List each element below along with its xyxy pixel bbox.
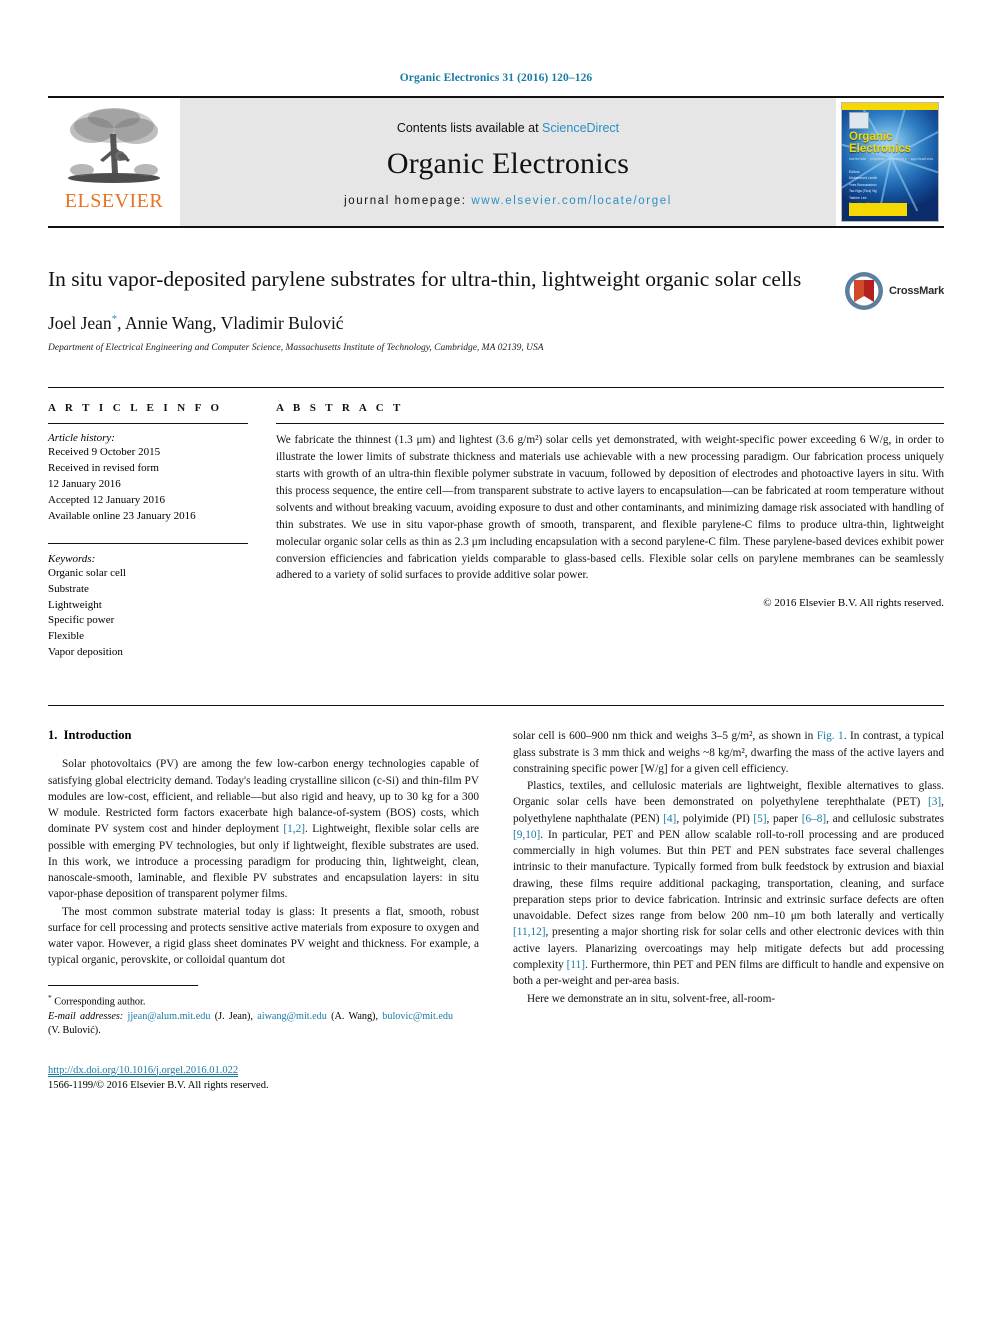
homepage-url[interactable]: www.elsevier.com/locate/orgel xyxy=(471,195,671,207)
citation-link[interactable]: [4] xyxy=(663,813,676,825)
abstract-copyright: © 2016 Elsevier B.V. All rights reserved… xyxy=(763,597,944,610)
email-owner: (J. Jean) xyxy=(214,1010,251,1022)
corresponding-author-label: Corresponding author. xyxy=(54,996,146,1008)
article-info-heading: A R T I C L E I N F O xyxy=(48,401,223,414)
email-link[interactable]: aiwang@mit.edu xyxy=(257,1011,327,1022)
journal-homepage-line: journal homepage: www.elsevier.com/locat… xyxy=(344,195,672,207)
citation-link[interactable]: [5] xyxy=(753,813,766,825)
journal-reference: Organic Electronics 31 (2016) 120–126 xyxy=(399,72,593,84)
keyword-item: Vapor deposition xyxy=(48,646,123,659)
homepage-label: journal homepage: xyxy=(344,195,467,207)
figure-link[interactable]: Fig. 1 xyxy=(817,730,844,742)
cover-top-bar xyxy=(842,103,938,110)
cover-image: Organic Electronics materials · physics … xyxy=(841,102,939,222)
footnote-marker: * xyxy=(48,992,52,1002)
citation-link[interactable]: [11] xyxy=(567,959,585,971)
elsevier-wordmark: ELSEVIER xyxy=(64,190,164,212)
keyword-item: Organic solar cell xyxy=(48,566,126,579)
email-owner: (V. Bulović) xyxy=(48,1025,99,1037)
body-section: 1. Introduction Solar photovoltaics (PV)… xyxy=(48,705,944,1094)
paragraph: Plastics, textiles, and cellulosic mater… xyxy=(513,780,944,988)
issn-copyright-line: 1566-1199/© 2016 Elsevier B.V. All right… xyxy=(48,1080,269,1092)
crossmark-badge[interactable]: CrossMark xyxy=(844,268,944,314)
author-first: Joel Jean xyxy=(48,312,112,333)
author-list: Joel Jean*, Annie Wang, Vladimir Bulović xyxy=(48,313,944,334)
article-history-item: 12 January 2016 xyxy=(48,477,121,490)
cover-title-line1: Organic xyxy=(849,131,893,143)
article-info-rule xyxy=(48,422,248,424)
cover-elsevier-box xyxy=(849,203,907,216)
paragraph: Solar photovoltaics (PV) are among the f… xyxy=(48,758,479,901)
abstract-column: A B S T R A C T We fabricate the thinnes… xyxy=(276,402,944,661)
article-history-item: Received 9 October 2015 xyxy=(48,445,161,458)
section-title: Introduction xyxy=(63,728,132,743)
article-info-column: A R T I C L E I N F O Article history: R… xyxy=(48,402,248,661)
contents-prefix: Contents lists available at xyxy=(396,121,539,135)
keywords-label: Keywords: xyxy=(48,552,96,565)
cover-editors: Editors Mohammed Lemiti Yves Bonnassieux… xyxy=(849,169,877,208)
keyword-item: Flexible xyxy=(48,630,85,643)
citation-link[interactable]: [3] xyxy=(928,796,941,808)
body-column-left: 1. Introduction Solar photovoltaics (PV)… xyxy=(48,728,479,1094)
elsevier-tree-icon xyxy=(62,104,166,190)
footnote-block: * Corresponding author. E-mail addresses… xyxy=(48,993,453,1039)
doi-link[interactable]: http://dx.doi.org/10.1016/j.orgel.2016.0… xyxy=(48,1064,239,1077)
sciencedirect-link[interactable]: ScienceDirect xyxy=(542,121,619,135)
page-title: In situ vapor-deposited parylene substra… xyxy=(48,267,802,291)
abstract-rule xyxy=(276,422,944,424)
footnote-rule xyxy=(48,984,198,993)
citation-link[interactable]: [9,10] xyxy=(513,829,540,841)
title-block: In situ vapor-deposited parylene substra… xyxy=(48,266,944,353)
elsevier-logo: ELSEVIER xyxy=(48,98,180,226)
abstract-text: We fabricate the thinnest (1.3 μm) and l… xyxy=(276,433,944,582)
cover-title: Organic Electronics xyxy=(849,131,911,156)
info-abstract-section: A R T I C L E I N F O Article history: R… xyxy=(48,386,944,661)
cover-publisher-badge xyxy=(849,112,869,129)
email-addresses: E-mail addresses: jjean@alum.mit.edu (J.… xyxy=(48,1010,454,1037)
keyword-item: Substrate xyxy=(48,582,89,595)
article-history-item: Available online 23 January 2016 xyxy=(48,509,196,522)
contents-available-line: Contents lists available at ScienceDirec… xyxy=(397,121,619,135)
journal-cover-thumbnail: Organic Electronics materials · physics … xyxy=(836,98,944,226)
email-link[interactable]: jjean@alum.mit.edu xyxy=(127,1011,210,1022)
paragraph: solar cell is 600–900 nm thick and weigh… xyxy=(513,730,945,775)
body-column-right: solar cell is 600–900 nm thick and weigh… xyxy=(513,728,944,1094)
article-history-item: Received in revised form xyxy=(48,461,159,474)
article-history-label: Article history: xyxy=(48,431,115,444)
author-affiliation: Department of Electrical Engineering and… xyxy=(48,342,544,353)
journal-masthead: ELSEVIER Contents lists available at Sci… xyxy=(48,96,944,228)
crossmark-icon xyxy=(844,271,884,311)
doi-block: http://dx.doi.org/10.1016/j.orgel.2016.0… xyxy=(48,1063,453,1095)
paper-page: Organic Electronics 31 (2016) 120–126 EL… xyxy=(0,0,992,1323)
authors-remaining: , Annie Wang, Vladimir Bulović xyxy=(117,312,344,333)
abstract-heading: A B S T R A C T xyxy=(276,401,404,414)
keyword-item: Specific power xyxy=(48,614,115,627)
section-number: 1. xyxy=(48,728,58,743)
journal-title: Organic Electronics xyxy=(386,147,630,180)
cover-subtitle: materials · physics · chemistry · applic… xyxy=(849,157,934,161)
citation-link[interactable]: [6–8] xyxy=(802,813,826,825)
section-heading: 1. Introduction xyxy=(48,728,479,743)
email-label: E-mail addresses: xyxy=(48,1010,124,1022)
citation-link[interactable]: [1,2] xyxy=(283,823,305,835)
crossmark-label: CrossMark xyxy=(889,285,945,297)
email-owner: (A. Wang) xyxy=(331,1010,376,1022)
article-history-item: Accepted 12 January 2016 xyxy=(48,493,165,506)
keywords-block: Keywords: Organic solar cell Substrate L… xyxy=(48,542,248,662)
keyword-item: Lightweight xyxy=(48,598,102,611)
corresponding-author-note: * Corresponding author. xyxy=(48,993,453,1010)
paragraph: Here we demonstrate an in situ, solvent-… xyxy=(527,992,776,1005)
citation-link[interactable]: [11,12] xyxy=(513,926,546,938)
email-link[interactable]: bulovic@mit.edu xyxy=(382,1011,453,1022)
masthead-center: Contents lists available at ScienceDirec… xyxy=(180,98,836,226)
cover-title-line2: Electronics xyxy=(849,143,911,156)
paragraph: The most common substrate material today… xyxy=(48,905,479,967)
